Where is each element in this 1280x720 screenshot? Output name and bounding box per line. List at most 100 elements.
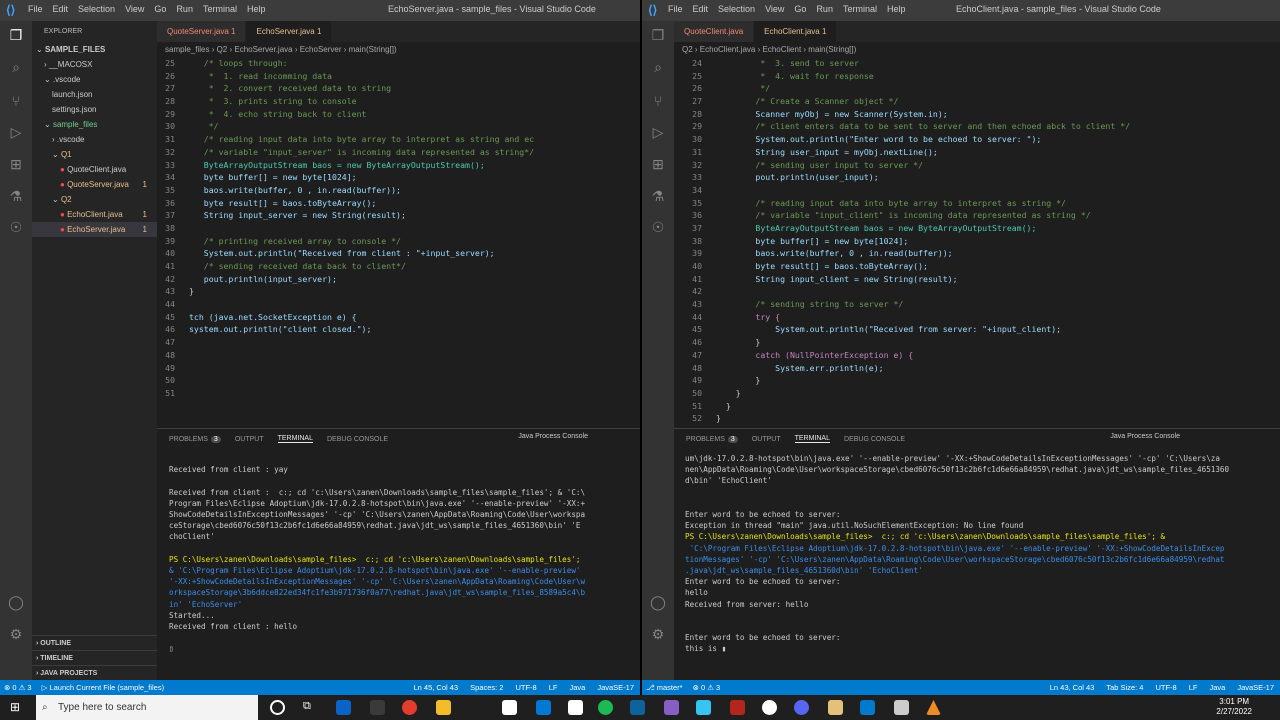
code-line[interactable]: 51 } (674, 400, 1280, 413)
code-line[interactable]: 52} (674, 412, 1280, 425)
menu-item-file[interactable]: File (668, 4, 683, 14)
menu-item-view[interactable]: View (125, 4, 144, 14)
spotify-icon[interactable] (598, 700, 613, 715)
panel-tab-output[interactable]: OUTPUT (235, 436, 264, 443)
console-selector[interactable]: Java Process Console (518, 433, 588, 440)
remote-icon[interactable]: ☉ (8, 219, 24, 235)
account-icon[interactable]: ◯ (8, 594, 24, 610)
word-icon[interactable] (630, 700, 645, 715)
code-line[interactable]: 32 /* variable "input_server" is incomin… (147, 146, 640, 159)
editor-tab[interactable]: EchoServer.java 1 (246, 21, 333, 42)
file-explorer-icon[interactable] (436, 700, 451, 715)
panel-tab-output[interactable]: OUTPUT (752, 436, 781, 443)
sidebar-section-java-projects[interactable]: › JAVA PROJECTS (32, 665, 157, 680)
code-line[interactable]: 36 /* variable "input_client" is incomin… (674, 209, 1280, 222)
code-line[interactable]: 40 byte result[] = baos.toByteArray(); (674, 260, 1280, 273)
code-line[interactable]: 42 pout.println(input_server); (147, 273, 640, 286)
code-line[interactable]: 39 /* printing received array to console… (147, 235, 640, 248)
code-line[interactable]: 33 ByteArrayOutputStream baos = new Byte… (147, 159, 640, 172)
status-item[interactable]: LF (1189, 683, 1198, 692)
code-line[interactable]: 49 (147, 362, 640, 375)
run-debug-icon[interactable]: ▷ (8, 124, 24, 140)
menu-item-view[interactable]: View (765, 4, 784, 14)
notepad-icon[interactable] (568, 700, 583, 715)
terminal-output[interactable]: um\jdk-17.0.2.8-hotspot\bin\java.exe' '-… (685, 453, 1229, 655)
menu-item-help[interactable]: Help (887, 4, 906, 14)
code-line[interactable]: 24 * 3. send to server (674, 57, 1280, 70)
code-line[interactable]: 29 * 4. echo string back to client (147, 108, 640, 121)
code-line[interactable]: 25 /* loops through: (147, 57, 640, 70)
status-item[interactable]: ⊗ 0 ⚠ 3 (693, 683, 721, 692)
menu-item-help[interactable]: Help (247, 4, 266, 14)
code-line[interactable]: 43} (147, 285, 640, 298)
sidebar-section-outline[interactable]: › OUTLINE (32, 635, 157, 650)
code-line[interactable]: 31 String user_input = myObj.nextLine(); (674, 146, 1280, 159)
code-line[interactable]: 37 ByteArrayOutputStream baos = new Byte… (674, 222, 1280, 235)
run-debug-icon[interactable]: ▷ (650, 124, 666, 140)
code-line[interactable]: 44 try { (674, 311, 1280, 324)
code-line[interactable]: 47 (147, 336, 640, 349)
tree-item[interactable]: ⌄ Q2 (32, 192, 157, 207)
account-icon[interactable]: ◯ (650, 594, 666, 610)
app-icon[interactable] (502, 700, 517, 715)
remote-icon[interactable]: ☉ (650, 219, 666, 235)
status-item[interactable]: ⎇ master* (646, 683, 683, 692)
status-item[interactable]: Spaces: 2 (470, 683, 503, 692)
system-clock[interactable]: 3:01 PM 2/27/2022 (1216, 697, 1252, 717)
panel-tab-terminal[interactable]: TERMINAL (794, 435, 830, 443)
code-line[interactable]: 45 System.out.println("Received from ser… (674, 323, 1280, 336)
extensions-icon[interactable]: ⊞ (650, 156, 666, 172)
extensions-icon[interactable]: ⊞ (8, 156, 24, 172)
code-line[interactable]: 36 byte result[] = baos.toByteArray(); (147, 197, 640, 210)
status-item[interactable]: UTF-8 (1155, 683, 1176, 692)
cortana-icon[interactable] (270, 700, 285, 715)
menu-item-edit[interactable]: Edit (53, 4, 69, 14)
menu-item-run[interactable]: Run (176, 4, 193, 14)
code-line[interactable]: 47 catch (NullPointerException e) { (674, 349, 1280, 362)
code-line[interactable]: 46 system.out.println("client closed."); (147, 323, 640, 336)
code-line[interactable]: 34 byte buffer[] = new byte[1024]; (147, 171, 640, 184)
code-line[interactable]: 40 System.out.println("Received from cli… (147, 247, 640, 260)
tree-item[interactable]: › .vscode (32, 132, 157, 147)
discord-icon[interactable] (794, 700, 809, 715)
menu-item-edit[interactable]: Edit (693, 4, 709, 14)
tree-item[interactable]: › __MACOSX (32, 57, 157, 72)
menu-item-go[interactable]: Go (794, 4, 806, 14)
code-line[interactable]: 39 baos.write(buffer, 0 , in.read(buffer… (674, 247, 1280, 260)
teams-icon[interactable] (370, 700, 385, 715)
code-line[interactable]: 31 /* reading input data into byte array… (147, 133, 640, 146)
task-view-icon[interactable]: ⧉ (303, 700, 318, 715)
code-line[interactable]: 38 byte buffer[] = new byte[1024]; (674, 235, 1280, 248)
code-line[interactable]: 44 (147, 298, 640, 311)
code-line[interactable]: 30 System.out.println("Enter word to be … (674, 133, 1280, 146)
code-line[interactable]: 27 * 2. convert received data to string (147, 82, 640, 95)
sidebar-section-timeline[interactable]: › TIMELINE (32, 650, 157, 665)
menu-item-run[interactable]: Run (816, 4, 833, 14)
tree-item[interactable]: ● EchoClient.java 1 (32, 207, 157, 222)
settings-gear-icon[interactable]: ⚙ (8, 626, 24, 642)
code-line[interactable]: 26 */ (674, 82, 1280, 95)
code-line[interactable]: 30 */ (147, 120, 640, 133)
settings-gear-icon[interactable]: ⚙ (650, 626, 666, 642)
code-line[interactable]: 51 (147, 387, 640, 400)
code-line[interactable]: 45 tch (java.net.SocketException e) { (147, 311, 640, 324)
code-line[interactable]: 26 * 1. read incomming data (147, 70, 640, 83)
app-gray-icon[interactable] (894, 700, 909, 715)
panel-tab-debug-console[interactable]: DEBUG CONSOLE (327, 436, 388, 443)
code-line[interactable]: 37 String input_server = new String(resu… (147, 209, 640, 222)
code-line[interactable]: 48 System.err.println(e); (674, 362, 1280, 375)
code-line[interactable]: 32 /* sending user input to server */ (674, 159, 1280, 172)
tree-item[interactable]: ⌄ .vscode (32, 72, 157, 87)
outlook-icon[interactable] (336, 700, 351, 715)
source-control-icon[interactable]: ⑂ (650, 93, 666, 109)
status-item[interactable]: ⊗ 0 ⚠ 3 (4, 683, 32, 692)
tree-item[interactable]: ⌄ Q1 (32, 147, 157, 162)
status-item[interactable]: Java (1209, 683, 1225, 692)
editor-tab[interactable]: QuoteClient.java (674, 21, 755, 42)
status-item[interactable]: Ln 45, Col 43 (413, 683, 458, 692)
github-icon[interactable] (762, 700, 777, 715)
vlc-icon[interactable] (926, 700, 941, 715)
tree-item[interactable]: ⌄ SAMPLE_FILES (32, 42, 157, 57)
menu-item-terminal[interactable]: Terminal (843, 4, 877, 14)
status-item[interactable]: UTF-8 (515, 683, 536, 692)
